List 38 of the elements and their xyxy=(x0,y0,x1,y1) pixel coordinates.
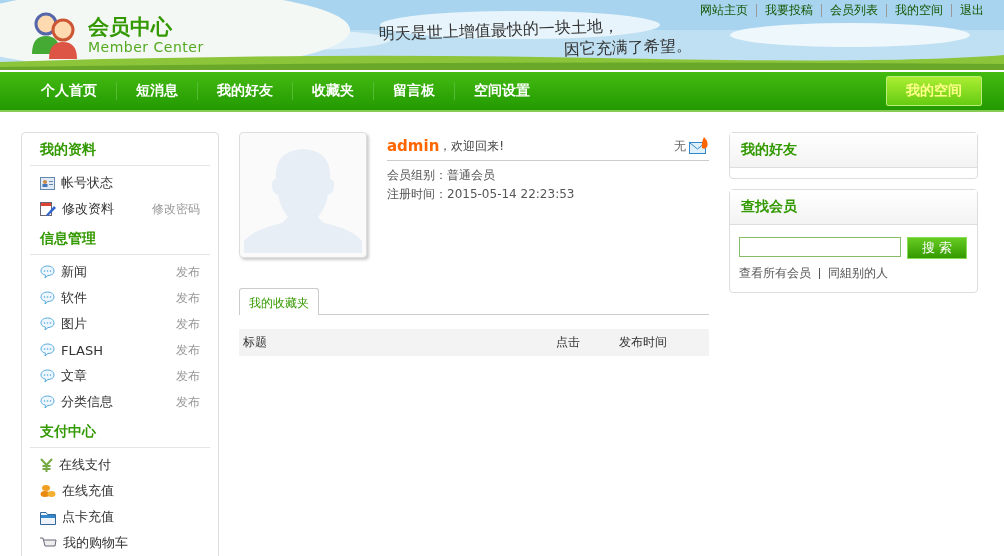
panel-title: 我的好友 xyxy=(730,133,977,168)
member-group: 会员组别：普通会员 xyxy=(387,166,709,185)
greeting-text: ，欢迎回来! xyxy=(439,137,505,155)
sidebar-link[interactable]: 分类信息 xyxy=(61,393,113,411)
register-time: 注册时间：2015-05-14 22:23:53 xyxy=(387,186,576,203)
sidebar-link[interactable]: 图片 xyxy=(61,315,87,333)
column-header: 发布时间 xyxy=(619,334,667,351)
section-title: 我的资料 xyxy=(30,133,210,166)
section-title: 信息管理 xyxy=(30,222,210,255)
top-link[interactable]: 退出 xyxy=(951,4,984,17)
username: admin xyxy=(387,137,440,155)
message-count: 无 xyxy=(674,137,686,155)
top-link[interactable]: 会员列表 xyxy=(821,4,886,17)
tab[interactable]: 我的收藏夹 xyxy=(239,288,319,315)
sidebar-link[interactable]: 在线充值 xyxy=(62,482,114,500)
top-link[interactable]: 我的空间 xyxy=(886,4,951,17)
sidebar-link[interactable]: 在线支付 xyxy=(59,456,111,474)
sidebar-link[interactable]: 新闻 xyxy=(61,263,87,281)
sidebar-link[interactable]: 修改资料 xyxy=(62,200,114,218)
sidebar-link[interactable]: FLASH xyxy=(61,342,103,358)
sidebar-link[interactable]: 文章 xyxy=(61,367,87,385)
slogan-text: 因它充满了希望。 xyxy=(562,35,693,61)
top-link[interactable]: 网站主页 xyxy=(692,4,756,17)
nav-item[interactable]: 收藏夹 xyxy=(292,82,373,100)
member-link[interactable]: 同組别的人 xyxy=(828,265,888,282)
action-link[interactable]: 修改密码 xyxy=(152,200,200,218)
sidebar-link[interactable]: 我的购物车 xyxy=(63,534,128,552)
top-link[interactable]: 我要投稿 xyxy=(756,4,821,17)
sidebar-link[interactable]: 软件 xyxy=(61,289,87,307)
sidebar-link[interactable]: 帐号状态 xyxy=(61,174,113,192)
panel-title: 查找会员 xyxy=(730,190,977,225)
member-link[interactable]: 查看所有会员 xyxy=(739,265,811,282)
logo-title: 会员中心 xyxy=(88,15,173,39)
sidebar-link[interactable]: 点卡充值 xyxy=(62,508,114,526)
section-title: 支付中心 xyxy=(30,415,210,448)
logo-subtitle: Member Center xyxy=(88,39,204,55)
column-header: 标题 xyxy=(243,334,268,351)
column-header: 点击 xyxy=(556,334,581,351)
